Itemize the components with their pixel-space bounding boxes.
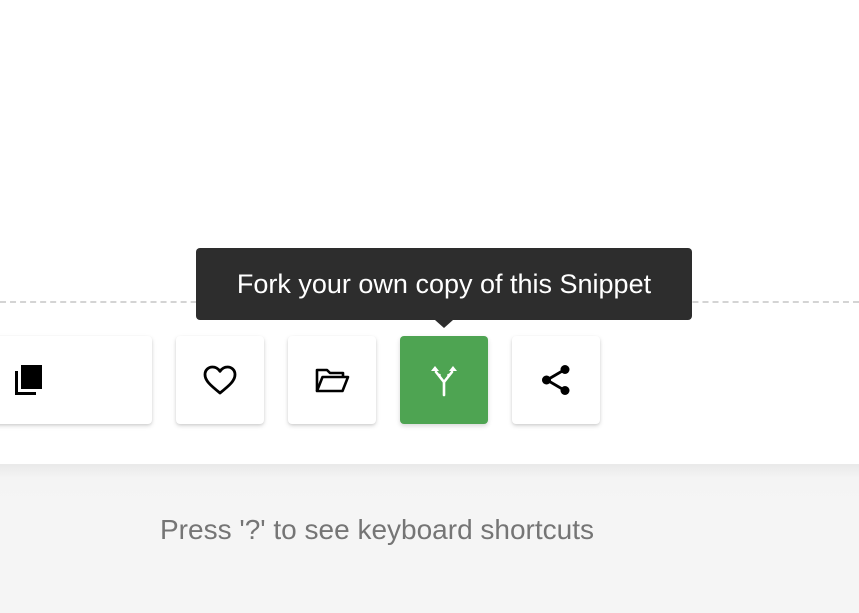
folder-open-icon: [314, 362, 350, 398]
copy-icon: [12, 362, 48, 398]
fork-icon: [426, 362, 462, 398]
keyboard-shortcut-hint: Press '?' to see keyboard shortcuts: [160, 514, 595, 545]
heart-icon: [202, 362, 238, 398]
open-button[interactable]: [288, 336, 376, 424]
page: Fork your own copy of this Snippet Press…: [0, 0, 859, 613]
favorite-button[interactable]: [176, 336, 264, 424]
share-button[interactable]: [512, 336, 600, 424]
footer: Press '?' to see keyboard shortcuts: [0, 464, 859, 613]
editor-panel: Fork your own copy of this Snippet: [0, 0, 859, 464]
tooltip-arrow: [435, 320, 453, 328]
share-icon: [538, 362, 574, 398]
fork-tooltip: Fork your own copy of this Snippet: [196, 248, 692, 320]
tooltip-text: Fork your own copy of this Snippet: [236, 268, 652, 299]
fork-button[interactable]: [400, 336, 488, 424]
copy-button[interactable]: [0, 336, 152, 424]
